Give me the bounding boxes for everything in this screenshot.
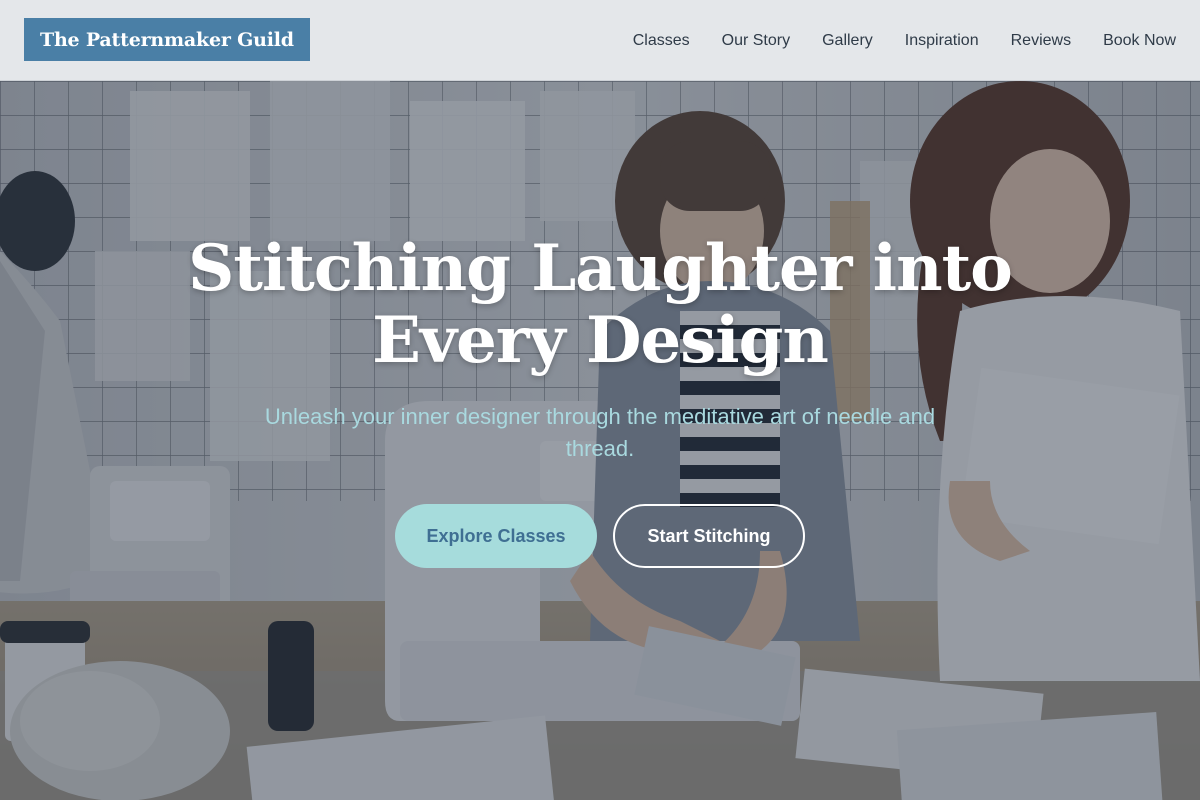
- nav-link-book-now[interactable]: Book Now: [1103, 32, 1176, 50]
- nav-link-classes[interactable]: Classes: [633, 32, 690, 50]
- hero-title-line-1: Stitching Laughter into: [188, 231, 1013, 306]
- nav-link-reviews[interactable]: Reviews: [1011, 32, 1071, 50]
- hero-content: Stitching Laughter into Every Design Unl…: [0, 81, 1200, 800]
- hero-title: Stitching Laughter into Every Design: [150, 233, 1050, 377]
- hero-title-line-2: Every Design: [372, 303, 829, 378]
- site-logo[interactable]: The Patternmaker Guild: [24, 18, 310, 61]
- hero-subtitle: Unleash your inner designer through the …: [200, 401, 1000, 465]
- hero-subtitle-line-1: Unleash your inner designer through the …: [264, 404, 936, 429]
- nav-link-gallery[interactable]: Gallery: [822, 32, 873, 50]
- hero-subtitle-line-2: thread.: [565, 436, 635, 461]
- site-header: The Patternmaker Guild Classes Our Story…: [0, 0, 1200, 81]
- explore-classes-button[interactable]: Explore Classes: [395, 504, 597, 568]
- nav-link-our-story[interactable]: Our Story: [722, 32, 790, 50]
- main-nav: Classes Our Story Gallery Inspiration Re…: [633, 0, 1176, 81]
- hero-section: Stitching Laughter into Every Design Unl…: [0, 81, 1200, 800]
- nav-link-inspiration[interactable]: Inspiration: [905, 32, 979, 50]
- start-stitching-button[interactable]: Start Stitching: [613, 504, 805, 568]
- landing-page: The Patternmaker Guild Classes Our Story…: [0, 0, 1200, 800]
